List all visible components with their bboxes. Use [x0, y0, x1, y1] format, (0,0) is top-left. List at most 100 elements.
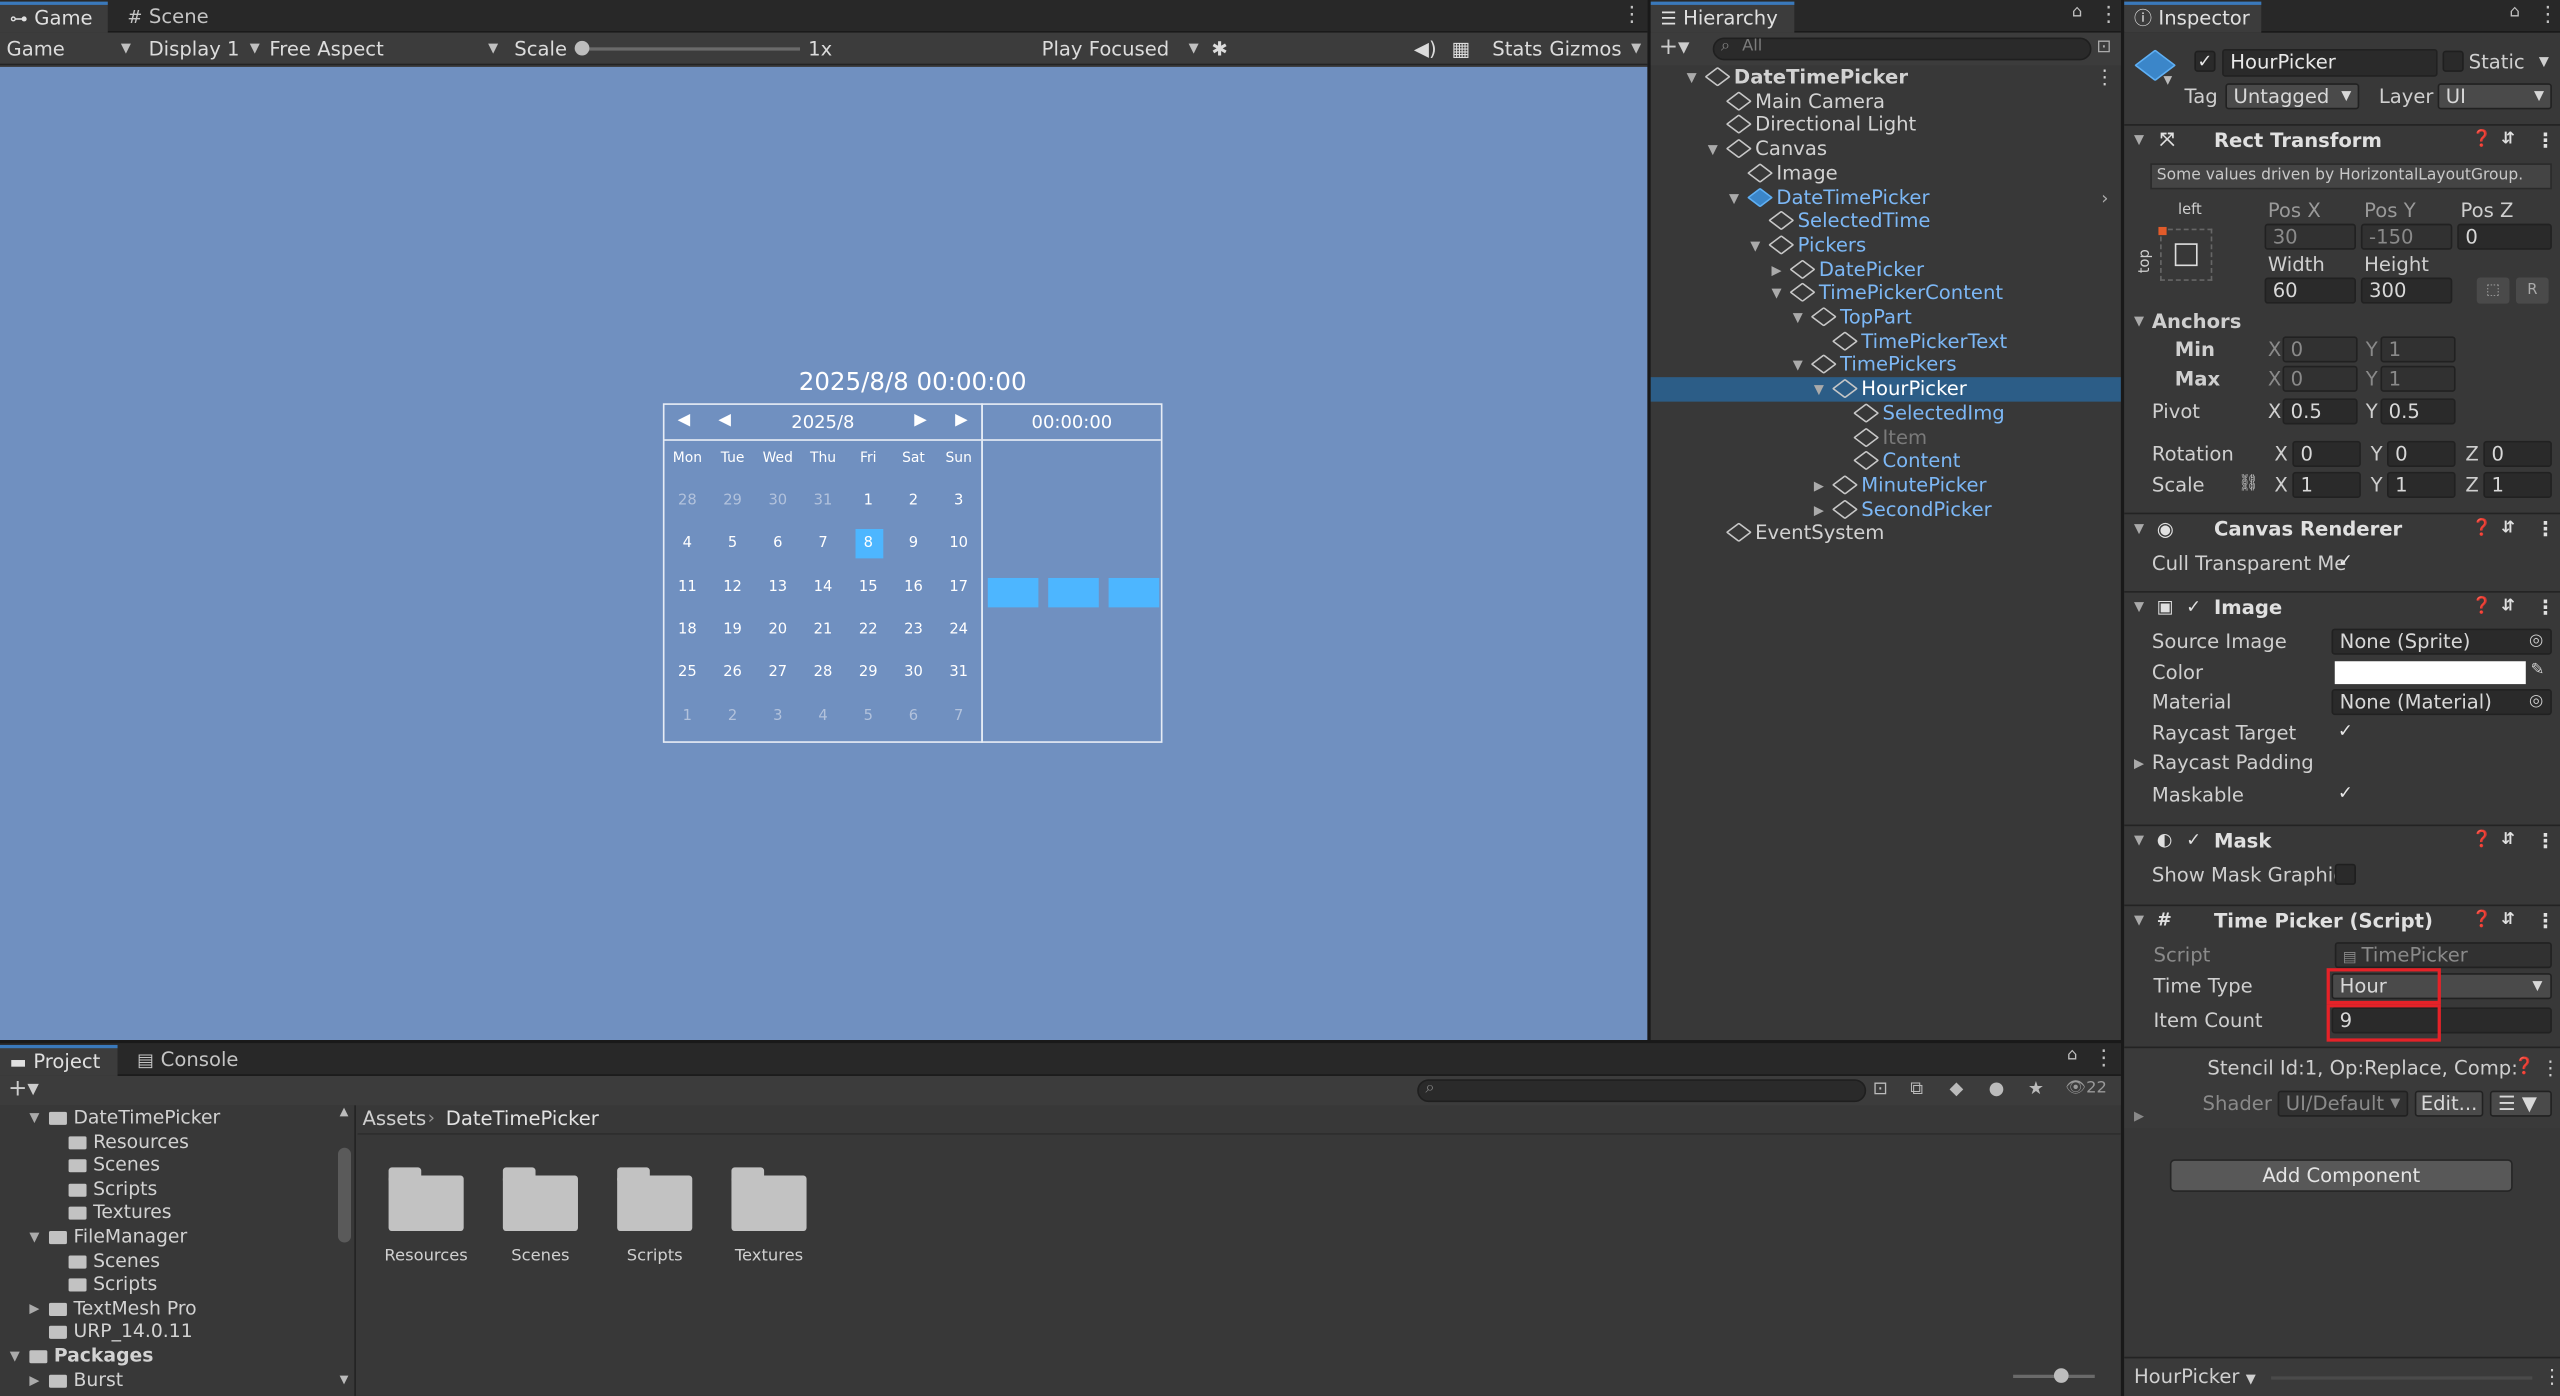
project-menu-icon[interactable]: ⋮: [2093, 1047, 2114, 1071]
material-field[interactable]: None (Material): [2331, 688, 2552, 716]
hierarchy-item[interactable]: ▼ DateTimePicker ⋮: [1651, 65, 2121, 89]
help-icon[interactable]: ❓: [2472, 826, 2492, 855]
active-checkbox[interactable]: ✓: [2194, 50, 2216, 72]
hierarchy-item[interactable]: Item: [1651, 425, 2121, 449]
tab-scene[interactable]: # Scene: [118, 2, 232, 33]
hierarchy-item[interactable]: EventSystem: [1651, 521, 2121, 545]
canvas-renderer-header[interactable]: ▼ ◉ Canvas Renderer ❓ ⇵ ⋮: [2124, 512, 2560, 543]
preset-icon[interactable]: ⇵: [2501, 826, 2515, 855]
collapse-arrow-icon[interactable]: ▶: [1814, 497, 1824, 521]
calendar-day[interactable]: 3: [939, 485, 978, 518]
scene-menu-icon[interactable]: ⋮: [2095, 65, 2115, 89]
collapse-arrow-icon[interactable]: ▶: [1814, 473, 1824, 497]
hierarchy-item[interactable]: ▶ MinutePicker: [1651, 473, 2121, 497]
audio-mute-icon[interactable]: ◀): [1414, 33, 1437, 66]
calendar-day[interactable]: 6: [894, 700, 933, 733]
rect-transform-header[interactable]: ▼ ⤧ Rect Transform ❓ ⇵ ⋮: [2124, 124, 2560, 153]
cull-transparent-checkbox[interactable]: ✓: [2335, 552, 2356, 573]
hierarchy-item[interactable]: ▶ DatePicker: [1651, 257, 2121, 281]
calendar-day[interactable]: 19: [713, 614, 752, 647]
calendar-day[interactable]: 5: [849, 700, 888, 733]
folder-icon[interactable]: [502, 1167, 578, 1232]
calendar-day[interactable]: 20: [758, 614, 797, 647]
shader-dropdown[interactable]: UI/Default ▼: [2277, 1090, 2409, 1117]
game-viewport[interactable]: 2025/8/8 00:00:00 ◀ ◀ 2025/8 ▶ ▶ Mon Tue W…: [0, 66, 1648, 1041]
calendar-day[interactable]: 18: [668, 614, 707, 647]
calendar-day[interactable]: 12: [713, 571, 752, 604]
hierarchy-item[interactable]: ▼ Pickers: [1651, 233, 2121, 257]
preset-icon[interactable]: ⇵: [2501, 126, 2515, 155]
calendar-day[interactable]: 5: [713, 528, 752, 561]
expand-arrow-icon[interactable]: ▼: [1729, 185, 1739, 209]
component-menu-icon[interactable]: ⋮: [2536, 514, 2556, 543]
filter-type-icon[interactable]: ⧉: [1910, 1078, 1923, 1101]
folder-icon[interactable]: [617, 1167, 693, 1232]
min-y-field[interactable]: 1: [2380, 336, 2456, 363]
hierarchy-item[interactable]: Content: [1651, 449, 2121, 473]
calendar-day[interactable]: 2: [894, 485, 933, 518]
rot-y-field[interactable]: 0: [2387, 440, 2456, 467]
calendar-day[interactable]: 31: [803, 485, 842, 518]
calendar-day[interactable]: 30: [758, 485, 797, 518]
expand-arrow-icon[interactable]: ▼: [1793, 353, 1803, 377]
calendar-day[interactable]: 25: [668, 657, 707, 690]
show-mask-graphic-checkbox[interactable]: [2334, 863, 2356, 885]
pivot-x-field[interactable]: 0.5: [2282, 398, 2358, 425]
hierarchy-menu-icon[interactable]: ⋮: [2098, 3, 2119, 27]
posz-field[interactable]: 0: [2457, 223, 2552, 250]
calendar-day[interactable]: 27: [758, 657, 797, 690]
preview-splitter[interactable]: [2271, 1376, 2533, 1380]
calendar-day[interactable]: 24: [939, 614, 978, 647]
component-menu-icon[interactable]: ⋮: [2536, 826, 2556, 855]
calendar-day[interactable]: 1: [668, 700, 707, 733]
display-dropdown[interactable]: Display 1 ▼: [149, 33, 263, 66]
scale-x-field[interactable]: 1: [2292, 471, 2361, 498]
max-x-field[interactable]: 0: [2282, 365, 2358, 392]
calendar-day[interactable]: 21: [803, 614, 842, 647]
next-month-button[interactable]: ▶: [914, 411, 927, 429]
calendar-day[interactable]: 31: [939, 657, 978, 690]
rot-x-field[interactable]: 0: [2292, 440, 2361, 467]
hierarchy-item[interactable]: TimePickerText: [1651, 329, 2121, 353]
preset-icon[interactable]: ⇵: [2501, 906, 2515, 935]
calendar-day[interactable]: 29: [713, 485, 752, 518]
stats-button[interactable]: Stats: [1492, 33, 1542, 66]
label-filter-icon[interactable]: ◆: [1949, 1078, 1963, 1099]
tab-console[interactable]: ▤ Console: [127, 1045, 258, 1076]
maskable-checkbox[interactable]: ✓: [2335, 784, 2356, 805]
expand-arrow-icon[interactable]: ▼: [1793, 305, 1803, 329]
tab-inspector[interactable]: ⓘ Inspector: [2124, 1, 2262, 33]
tab-hierarchy[interactable]: ☰ Hierarchy: [1650, 1, 1795, 33]
lock-icon[interactable]: ⌂: [2509, 3, 2519, 21]
mask-enabled-checkbox[interactable]: ✓: [2186, 826, 2201, 855]
gizmos-button[interactable]: Gizmos ▼: [1549, 33, 1644, 66]
collapse-arrow-icon[interactable]: ▶: [1771, 257, 1781, 281]
source-image-field[interactable]: None (Sprite): [2331, 628, 2552, 655]
tree-scrollbar[interactable]: [337, 1147, 352, 1243]
hierarchy-item[interactable]: ▼ TimePickerContent: [1651, 281, 2121, 305]
folder-icon[interactable]: [388, 1167, 464, 1232]
scroll-down-icon[interactable]: ▼: [340, 1373, 349, 1386]
material-menu-icon[interactable]: ⋮: [2540, 1055, 2560, 1081]
calendar-day[interactable]: 7: [939, 700, 978, 733]
inspector-menu-icon[interactable]: ⋮: [2537, 3, 2558, 27]
calendar-day[interactable]: 14: [803, 571, 842, 604]
calendar-day[interactable]: 1: [849, 485, 888, 518]
calendar-day[interactable]: 26: [713, 657, 752, 690]
calendar-day[interactable]: 11: [668, 571, 707, 604]
calendar-day[interactable]: 15: [849, 571, 888, 604]
hierarchy-item[interactable]: SelectedImg: [1651, 401, 2121, 425]
object-picker-icon[interactable]: ◎: [2529, 629, 2543, 655]
add-component-button[interactable]: Add Component: [2169, 1159, 2513, 1192]
shader-list-button[interactable]: ☰ ▼: [2489, 1090, 2552, 1117]
posy-field[interactable]: -150: [2360, 223, 2453, 250]
hidden-packages-icon[interactable]: 👁22: [2065, 1079, 2107, 1097]
hierarchy-item[interactable]: ▼ HourPicker: [1650, 377, 2121, 402]
component-menu-icon[interactable]: ⋮: [2536, 593, 2556, 622]
max-y-field[interactable]: 1: [2380, 365, 2456, 392]
folder-icon[interactable]: [731, 1167, 807, 1232]
zoom-slider-handle[interactable]: [2053, 1368, 2069, 1383]
project-search-input[interactable]: ⌕: [1417, 1079, 1867, 1103]
raw-edit-button[interactable]: R: [2515, 277, 2549, 304]
calendar-day[interactable]: 6: [758, 528, 797, 561]
